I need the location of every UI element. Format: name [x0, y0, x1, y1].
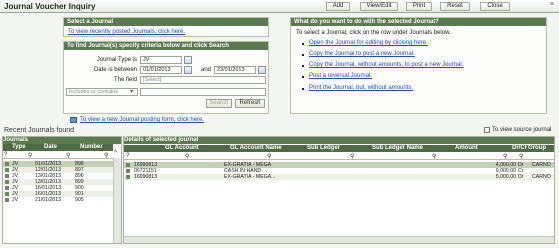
recent-journals-label: Recent Journals found — [4, 127, 75, 134]
journals-list: JV 01/01/2013 898 JV 12/01/2013 897 JV 1… — [3, 161, 113, 203]
bullet-icon — [302, 76, 304, 78]
criteria-heading: To find Journal(s) specify criteria belo… — [64, 42, 268, 50]
row-marker-icon — [5, 198, 9, 202]
row-marker-icon — [126, 169, 130, 173]
col-gl-account-name[interactable]: GL Account Name — [230, 145, 282, 151]
col-gl-account[interactable]: GL Account — [165, 145, 199, 151]
journals-scrollbar[interactable] — [113, 158, 121, 243]
filter-icon: ? — [4, 152, 8, 158]
details-list: 16990813 EX-GRATIA - MEGA 4,000.00 Dr CA… — [124, 162, 554, 180]
table-row[interactable]: JV 21/01/2013 905 — [3, 197, 113, 203]
search-icon[interactable]: ⚲ — [267, 153, 271, 160]
new-form-icon — [70, 117, 77, 123]
bullet-icon — [302, 54, 304, 56]
row-marker-icon — [126, 163, 130, 167]
col-type[interactable]: Type — [12, 144, 26, 150]
search-icon[interactable]: ⚲ — [350, 153, 354, 160]
bullet-icon — [302, 88, 304, 90]
view-edit-button[interactable]: View/Edit — [360, 2, 398, 11]
col-sub-ledger-name[interactable]: Sub Ledger Name — [372, 145, 423, 151]
select-journal-heading: Select a Journal — [64, 18, 268, 26]
search-icon[interactable]: ⚲ — [519, 153, 523, 160]
col-group[interactable]: Group — [528, 145, 546, 151]
copy-no-amounts-link[interactable]: Copy the Journal, without amounts, to po… — [309, 62, 463, 68]
field-label: The field — [113, 77, 137, 83]
row-marker-icon — [5, 192, 9, 196]
window-title: Journal Voucher Inquiry — [4, 2, 96, 11]
filter-icon: ? — [126, 153, 130, 159]
row-marker-icon — [5, 168, 9, 172]
date-between-label: Date is between — [93, 67, 137, 73]
details-h-scrollbar[interactable] — [124, 236, 554, 243]
copy-journal-link[interactable]: Copy the Journal to post a new Journal. — [309, 51, 415, 57]
search-icon[interactable]: ⚲ — [432, 153, 436, 160]
scroll-up-icon[interactable]: ^ — [114, 150, 117, 157]
actions-heading: What do you want to do with the selected… — [291, 18, 546, 26]
col-drcr[interactable]: Dr/Cr — [512, 145, 527, 151]
row-marker-icon — [126, 175, 130, 179]
select-journal-panel: Select a Journal To view recently posted… — [63, 17, 269, 37]
search-icon[interactable]: ⚲ — [503, 153, 507, 160]
col-number[interactable]: Number — [80, 144, 103, 150]
date-to-input[interactable]: 23/01/2013 — [214, 66, 256, 74]
bullet-icon — [302, 43, 304, 45]
search-value-input[interactable] — [140, 88, 266, 96]
search-icon[interactable]: ⚲ — [28, 152, 32, 159]
row-marker-icon — [5, 162, 9, 166]
date-and-label: and — [200, 67, 211, 73]
row-marker-icon — [5, 180, 9, 184]
row-marker-icon — [5, 174, 9, 178]
field-select[interactable]: [Select] — [140, 76, 266, 84]
journal-type-input[interactable]: JV — [140, 56, 182, 64]
col-sub-ledger[interactable]: Sub Ledger — [307, 145, 340, 151]
search-icon[interactable]: ⚲ — [104, 152, 108, 159]
journal-type-label: Journal Type is — [96, 57, 137, 63]
search-icon[interactable]: ⚲ — [66, 152, 70, 159]
col-date[interactable]: Date — [44, 144, 57, 150]
close-button[interactable]: Close — [480, 2, 510, 11]
search-icon[interactable]: ⚲ — [185, 153, 189, 160]
reset-button[interactable]: Reset — [440, 2, 470, 11]
add-button[interactable]: Add — [326, 2, 350, 11]
view-source-label: To view source journal — [492, 127, 552, 133]
details-heading: Details of selected journal — [124, 137, 554, 144]
reversal-journal-link[interactable]: Post a reversal Journal. — [309, 73, 372, 79]
bullet-icon — [302, 65, 304, 67]
row-marker-icon — [5, 186, 9, 190]
view-source-checkbox[interactable] — [484, 127, 490, 133]
search-button[interactable]: Search — [206, 99, 232, 108]
open-journal-link[interactable]: Open the Journal for editing by clicking… — [309, 40, 428, 46]
journals-grid-title: Journals — [3, 137, 121, 144]
operator-select[interactable]: Includes or contains — [66, 88, 138, 96]
lookup-icon[interactable] — [184, 56, 192, 64]
date-from-input[interactable]: 01/01/2013 — [140, 66, 182, 74]
table-row[interactable]: 16990813 EX-GRATIA - MEGA... 5,000.00 Dr… — [124, 174, 554, 180]
chevron-down-icon: ▾ — [130, 89, 134, 95]
new-journal-link[interactable]: To view a new Journal posting form, clic… — [80, 117, 204, 123]
refresh-button[interactable]: Refresh — [235, 99, 265, 108]
close-icon[interactable]: × — [550, 1, 554, 8]
calendar-icon[interactable] — [258, 66, 266, 74]
print-no-amounts-link[interactable]: Print the Journal, but, without amounts. — [309, 85, 413, 91]
recent-journals-link[interactable]: To view recently posted Journals, click … — [68, 29, 185, 35]
print-button[interactable]: Print — [406, 2, 432, 11]
actions-intro: To select a Journal, click on the row un… — [296, 30, 451, 36]
col-amount[interactable]: Amount — [455, 145, 478, 151]
journals-filter-row[interactable] — [3, 152, 113, 159]
calendar-icon[interactable] — [184, 66, 192, 74]
